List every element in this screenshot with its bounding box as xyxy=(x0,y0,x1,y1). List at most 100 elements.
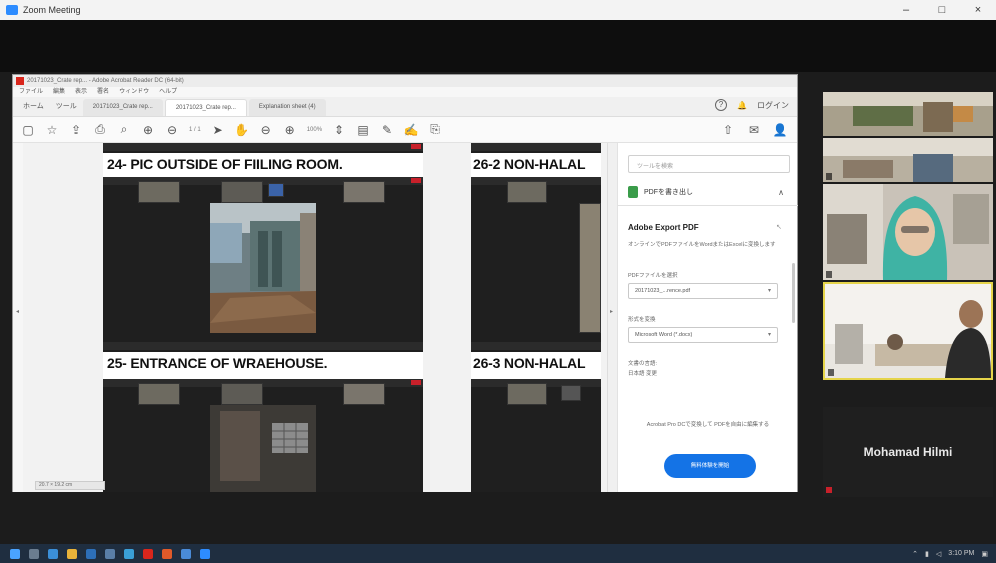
chevron-up-icon[interactable]: ∧ xyxy=(778,188,784,197)
notification-icon[interactable]: ▣ xyxy=(981,550,988,558)
document-tab-3[interactable]: Explanation sheet (4) xyxy=(248,99,326,116)
star-icon[interactable]: ☆ xyxy=(45,123,59,137)
store-icon[interactable] xyxy=(105,548,115,559)
zoom-title-bar: Zoom Meeting – □ × xyxy=(0,0,996,20)
select-file-label: PDFファイルを選択 xyxy=(628,273,678,279)
file-explorer-icon[interactable] xyxy=(67,548,77,559)
hand-tool-icon[interactable]: ✋ xyxy=(234,123,249,137)
participant-name-tag xyxy=(828,369,834,376)
comment-icon[interactable]: ▤ xyxy=(356,123,370,137)
menu-edit[interactable]: 編集 xyxy=(53,87,65,97)
save-icon[interactable]: ▢ xyxy=(21,123,35,137)
edge-icon[interactable] xyxy=(48,548,58,559)
menu-sign[interactable]: 署名 xyxy=(97,87,109,97)
app-icon[interactable] xyxy=(124,548,134,559)
photo-warehouse-entrance xyxy=(210,405,316,492)
search-icon[interactable] xyxy=(29,548,39,559)
scroll-right-arrow-icon[interactable]: ▸ xyxy=(610,308,613,315)
sign-icon[interactable]: ✍ xyxy=(404,123,419,137)
photo-filing-room-exterior xyxy=(210,203,316,333)
sign-in-link[interactable]: ログイン xyxy=(757,100,789,111)
acrobat-logo-icon xyxy=(16,77,24,85)
word-icon[interactable] xyxy=(181,548,191,559)
video-thumb xyxy=(221,181,263,203)
zoom-out-icon[interactable]: ⊖ xyxy=(259,123,273,137)
bell-icon[interactable]: 🔔 xyxy=(737,101,747,110)
acrobat-taskbar-icon[interactable] xyxy=(143,548,153,559)
upload-icon[interactable]: ⇪ xyxy=(69,123,83,137)
document-pane[interactable]: ◂ 24- PIC OUTSIDE OF FIILING ROOM. 25- E… xyxy=(13,143,617,492)
page-up-icon[interactable]: ⊕ xyxy=(141,123,155,137)
participant-tile-name-only[interactable]: Mohamad Hilmi xyxy=(823,407,993,497)
email-icon[interactable]: ✉ xyxy=(747,123,761,137)
fit-page-icon[interactable]: ⇕ xyxy=(332,123,346,137)
app-icon[interactable] xyxy=(162,548,172,559)
document-language-label: 文書の言語: xyxy=(628,361,658,367)
windows-start-icon[interactable] xyxy=(10,548,20,559)
export-pdf-section[interactable]: PDFを書き出し ∧ xyxy=(628,181,790,203)
participant-tile-active-speaker[interactable] xyxy=(823,282,993,380)
screenshot-strip-top xyxy=(103,143,423,153)
participant-tile-3[interactable] xyxy=(823,184,993,280)
document-language-value[interactable]: 日本語 変更 xyxy=(628,369,657,377)
tab-home[interactable]: ホーム xyxy=(17,98,50,116)
format-select[interactable]: Microsoft Word (*.docx) ▾ xyxy=(628,327,778,343)
external-link-icon[interactable]: ↖ xyxy=(776,223,782,231)
file-select[interactable]: 20171023_...rence.pdf ▾ xyxy=(628,283,778,299)
participant-tile-1[interactable] xyxy=(823,92,993,136)
left-scroll-gutter xyxy=(13,143,23,492)
pdf-page-left: 24- PIC OUTSIDE OF FIILING ROOM. 25- ENT… xyxy=(103,143,423,492)
menu-file[interactable]: ファイル xyxy=(19,87,43,97)
screenshot-filing-room xyxy=(103,177,423,342)
start-free-trial-button[interactable]: 無料体験を開始 xyxy=(664,454,756,478)
minimize-button[interactable]: – xyxy=(888,0,924,20)
mail-icon[interactable] xyxy=(86,548,96,559)
muted-mic-icon xyxy=(826,487,832,493)
add-user-icon[interactable]: 👤 xyxy=(773,123,788,137)
video-thumb xyxy=(268,183,284,197)
shared-screen-acrobat[interactable]: 20171023_Crate rep... - Adobe Acrobat Re… xyxy=(12,74,798,492)
highlight-icon[interactable]: ✎ xyxy=(380,123,394,137)
menu-window[interactable]: ウィンドウ xyxy=(119,87,149,97)
participant-tile-2[interactable] xyxy=(823,138,993,182)
acrobat-toolbar: ▢ ☆ ⇪ ⎙ ⌕ ⊕ ⊖ 1 / 1 ➤ ✋ ⊖ ⊕ 100% ⇕ ▤ ✎ ✍… xyxy=(13,117,797,143)
clock[interactable]: 3:10 PM xyxy=(948,550,974,557)
stamp-icon[interactable]: ⎘ xyxy=(428,122,442,137)
recording-badge xyxy=(411,144,421,149)
document-vertical-scrollbar[interactable] xyxy=(607,143,617,492)
acrobat-right-tools: ? 🔔 ログイン xyxy=(715,99,789,111)
tools-search-input[interactable]: ツールを検索 xyxy=(628,155,790,173)
maximize-button[interactable]: □ xyxy=(924,0,960,20)
tab-tools[interactable]: ツール xyxy=(50,98,83,116)
export-pdf-label: PDFを書き出し xyxy=(644,189,693,196)
search-icon[interactable]: ⌕ xyxy=(117,122,131,137)
print-icon[interactable]: ⎙ xyxy=(93,122,107,137)
menu-view[interactable]: 表示 xyxy=(75,87,87,97)
document-tab-1[interactable]: 20171023_Crate rep... xyxy=(82,99,163,116)
zoom-in-icon[interactable]: ⊕ xyxy=(283,123,297,137)
page-number[interactable]: 1 / 1 xyxy=(189,127,201,133)
page-down-icon[interactable]: ⊖ xyxy=(165,123,179,137)
zoom-taskbar-icon[interactable] xyxy=(200,548,210,559)
window-controls: – □ × xyxy=(888,0,996,20)
menu-help[interactable]: ヘルプ xyxy=(159,87,177,97)
zoom-level[interactable]: 100% xyxy=(307,127,322,133)
participant-name-tag xyxy=(826,271,832,278)
chevron-up-icon[interactable]: ⌃ xyxy=(912,550,918,558)
participant-name-tag xyxy=(826,173,832,180)
panel-scrollbar[interactable] xyxy=(792,263,795,323)
close-button[interactable]: × xyxy=(960,0,996,20)
zoom-meeting-area: 20171023_Crate rep... - Adobe Acrobat Re… xyxy=(0,20,996,544)
volume-icon[interactable]: ◁ xyxy=(936,550,941,558)
network-icon[interactable]: ▮ xyxy=(925,550,929,558)
select-cursor-icon[interactable]: ➤ xyxy=(211,123,225,137)
system-tray: ⌃ ▮ ◁ 3:10 PM ▣ xyxy=(912,544,988,563)
help-icon[interactable]: ? xyxy=(715,99,728,111)
convert-format-label: 形式を変換 xyxy=(628,317,656,323)
window-title: Zoom Meeting xyxy=(23,5,81,15)
document-tab-2[interactable]: 20171023_Crate rep... xyxy=(164,99,247,116)
scroll-left-arrow-icon[interactable]: ◂ xyxy=(16,308,19,315)
participant-display-name: Mohamad Hilmi xyxy=(863,445,953,459)
share-icon[interactable]: ⇧ xyxy=(721,123,735,137)
heading-26-3: 26-3 NON-HALAL xyxy=(473,355,586,371)
